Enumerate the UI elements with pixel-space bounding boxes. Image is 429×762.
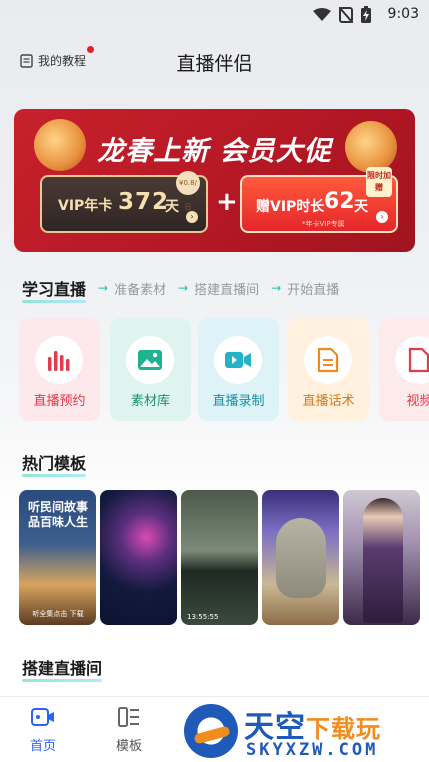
template-thumbnail[interactable] (262, 490, 339, 625)
status-time: 9:03 (387, 6, 419, 22)
person-illustration (363, 498, 403, 623)
bonus-card-label: 赠VIP时长 (256, 199, 325, 215)
watermark-cn-sub: 下载玩 (306, 715, 381, 743)
learning-steps: 学习直播 → 准备素材 → 搭建直播间 → 开始直播 (22, 276, 339, 303)
tool-video[interactable]: 视频 (379, 318, 429, 421)
tool-icon-circle (395, 336, 429, 384)
site-watermark: 天空下载玩 SKYXZW.COM (178, 698, 429, 762)
tools-row: 直播预约 素材库 直播录制 直播话术 视频 (19, 318, 429, 421)
tool-icon-circle (35, 336, 83, 384)
build-room-title: 搭建直播间 (22, 655, 103, 682)
document-icon (317, 347, 339, 373)
no-sim-icon (339, 6, 353, 23)
arrow-right-icon: → (178, 281, 189, 295)
template-thumbnail[interactable]: 听民间故事品百味人生 听全集点击 下载 (19, 490, 96, 625)
nav-templates[interactable]: 模板 (99, 707, 159, 754)
home-video-icon (31, 708, 54, 726)
arrow-right-icon: → (271, 281, 282, 295)
step-label: 准备素材 (114, 282, 167, 298)
tool-icon-circle (304, 336, 352, 384)
vip-card-label: VIP年卡 (58, 198, 113, 214)
arrow-right-icon: › (186, 211, 198, 223)
plus-sign: + (216, 187, 238, 217)
hot-templates-title-text: 热门模板 (22, 454, 87, 473)
page-title: 直播伴侣 (176, 53, 253, 75)
title-underline (22, 679, 103, 682)
template-thumbnail[interactable]: 13:55:55 (181, 490, 258, 625)
image-icon (138, 350, 162, 370)
template-thumbnail[interactable] (343, 490, 420, 625)
template-timestamp: 13:55:55 (187, 613, 219, 621)
tool-live-script[interactable]: 直播话术 (288, 318, 369, 421)
step-prepare-material[interactable]: → 准备素材 (98, 279, 166, 298)
nav-home-label: 首页 (29, 739, 56, 754)
header: 我的教程 直播伴侣 (0, 44, 429, 80)
document-icon (408, 347, 429, 373)
vip-price-tag: ¥0.8/日 (176, 171, 200, 211)
bonus-card-note: *年卡VIP专属 (302, 220, 345, 228)
banner-title: 龙春上新 会员大促 (97, 136, 332, 167)
nav-templates-label: 模板 (115, 739, 142, 754)
arrow-right-icon: → (98, 281, 109, 295)
tool-label: 素材库 (130, 394, 170, 409)
step-start-live[interactable]: → 开始直播 (271, 279, 339, 298)
title-underline (22, 474, 87, 477)
promo-banner[interactable]: 龙春上新 会员大促 VIP年卡 372 天 ¥0.8/日 › + 赠VIP时长 … (14, 109, 415, 252)
bonus-time-card[interactable]: 赠VIP时长 62 天 *年卡VIP专属 限时加赠 › (240, 167, 398, 233)
step-label: 搭建直播间 (194, 282, 260, 298)
tool-label: 直播预约 (33, 394, 86, 409)
step-label: 开始直播 (287, 282, 340, 298)
arrow-right-icon: › (376, 211, 388, 223)
learning-title-text: 学习直播 (22, 280, 87, 299)
nav-home[interactable]: 首页 (13, 707, 73, 754)
bonus-card-number: 62 (324, 189, 355, 214)
template-footer: 听全集点击 下载 (32, 610, 84, 618)
status-bar: 9:03 (0, 0, 429, 30)
watermark-logo (184, 704, 238, 758)
tool-icon-circle (126, 336, 174, 384)
tool-live-reservation[interactable]: 直播预约 (19, 318, 100, 421)
build-room-title-text: 搭建直播间 (22, 659, 103, 678)
tool-icon-circle (214, 336, 262, 384)
video-camera-icon (225, 352, 251, 368)
templates-row: 听民间故事品百味人生 听全集点击 下载 13:55:55 (19, 490, 429, 625)
limited-time-tag: 限时加赠 (366, 167, 392, 197)
hot-templates-title: 热门模板 (22, 450, 87, 477)
bar-chart-icon (48, 351, 70, 371)
vip-year-card[interactable]: VIP年卡 372 天 ¥0.8/日 › (40, 171, 208, 233)
tool-label: 视频 (406, 394, 429, 409)
vip-card-unit: 天 (165, 199, 179, 215)
template-caption: 听民间故事品百味人生 (27, 500, 88, 529)
tool-label: 直播话术 (302, 394, 355, 409)
learning-section-title: 学习直播 (22, 276, 87, 303)
cartoon-cat-illustration (276, 518, 326, 598)
title-underline (22, 300, 87, 303)
template-thumbnail[interactable] (100, 490, 177, 625)
airplane-icon (193, 725, 231, 745)
battery-charging-icon (361, 6, 371, 23)
vip-card-number: 372 (118, 189, 170, 215)
watermark-en-text: SKYXZW.COM (246, 740, 379, 760)
bonus-card-unit: 天 (354, 199, 368, 215)
tool-label: 直播录制 (212, 394, 265, 409)
status-icons (313, 6, 371, 23)
template-icon (118, 707, 139, 727)
tool-material-library[interactable]: 素材库 (110, 318, 191, 421)
tool-live-recording[interactable]: 直播录制 (198, 318, 279, 421)
step-build-room[interactable]: → 搭建直播间 (178, 279, 259, 298)
wifi-icon (313, 7, 331, 21)
